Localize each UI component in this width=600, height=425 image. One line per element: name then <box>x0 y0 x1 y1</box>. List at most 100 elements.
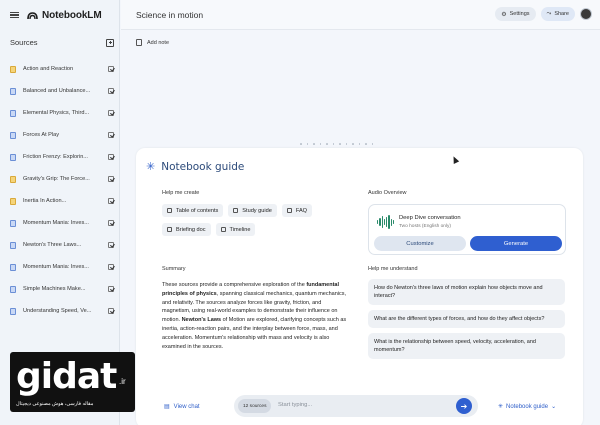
send-arrow-icon[interactable]: ➔ <box>456 398 472 414</box>
checkbox-checked[interactable] <box>108 242 114 248</box>
source-label: Newton's Three Laws... <box>23 242 82 248</box>
source-item[interactable]: Newton's Three Laws... <box>10 234 114 256</box>
app-logo[interactable]: NotebookLM <box>27 10 102 21</box>
share-button[interactable]: ⤳ Share <box>540 7 575 21</box>
guide-title: Notebook guide <box>161 160 245 173</box>
document-icon <box>10 175 16 183</box>
sources-header: Sources <box>10 38 114 47</box>
document-icon <box>10 65 16 73</box>
generate-button[interactable]: Generate <box>470 236 562 251</box>
suggested-question[interactable]: What are the different types of forces, … <box>368 310 565 328</box>
sparkle-icon: ✳ <box>146 161 156 173</box>
chat-input[interactable]: 12 sources Start typing... ➔ <box>234 395 478 417</box>
checkbox-checked[interactable] <box>108 286 114 292</box>
document-icon <box>10 219 16 227</box>
source-item[interactable]: Gravity's Grip: The Force... <box>10 168 114 190</box>
settings-button[interactable]: ⚙ Settings <box>495 7 536 21</box>
suggested-question[interactable]: How do Newton's three laws of motion exp… <box>368 279 565 305</box>
audio-overview-card: Deep Dive conversation Two hosts (Englis… <box>368 204 566 255</box>
chip-label: Briefing doc <box>176 226 206 233</box>
add-note-button[interactable]: Add note <box>136 39 169 46</box>
source-item[interactable]: Forces At Play <box>10 124 114 146</box>
doc-icon <box>233 208 239 213</box>
doc-icon <box>167 227 172 232</box>
source-label: Simple Machines Make... <box>23 286 86 292</box>
document-icon <box>10 109 16 117</box>
create-chips: Table of contents Study guide FAQ Briefing … <box>162 204 352 236</box>
header-actions: ⚙ Settings ⤳ Share <box>495 7 592 21</box>
checkbox-checked[interactable] <box>108 220 114 226</box>
notebook-guide-panel: ✳ Notebook guide Help me create Table of… <box>136 148 583 425</box>
chat-bar: ▤ View chat 12 sources Start typing... ➔… <box>136 387 583 425</box>
add-source-icon[interactable] <box>106 38 114 47</box>
chip-label: FAQ <box>295 207 308 214</box>
create-chip[interactable]: FAQ <box>281 204 313 217</box>
menu-icon[interactable] <box>10 11 19 19</box>
app-name: NotebookLM <box>42 9 102 21</box>
source-list: Action and Reaction Balanced and Unbalanc… <box>10 58 114 322</box>
checkbox-checked[interactable] <box>108 308 114 314</box>
create-chip[interactable]: Table of contents <box>162 204 224 217</box>
customize-button[interactable]: Customize <box>374 236 466 251</box>
doc-icon <box>286 208 292 213</box>
view-chat-button[interactable]: ▤ View chat <box>164 403 200 411</box>
document-icon <box>10 285 16 293</box>
chat-placeholder: Start typing... <box>278 402 313 408</box>
source-item[interactable]: Elemental Physics, Third... <box>10 102 114 124</box>
watermark-domain: .ir <box>119 377 126 386</box>
suggested-questions: How do Newton's three laws of motion exp… <box>368 279 565 364</box>
audio-subtitle: Two hosts (English only) <box>399 224 451 229</box>
source-item[interactable]: Action and Reaction <box>10 58 114 80</box>
checkbox-checked[interactable] <box>108 264 114 270</box>
app-bar: NotebookLM <box>0 0 120 30</box>
doc-icon <box>220 227 226 232</box>
drag-handle[interactable] <box>300 143 373 145</box>
checkbox-checked[interactable] <box>108 110 114 116</box>
add-note-label: Add note <box>147 39 170 46</box>
watermark-text: gidat <box>16 356 117 397</box>
document-icon <box>10 241 16 249</box>
source-label: Forces At Play <box>23 132 60 138</box>
checkbox-checked[interactable] <box>108 88 114 94</box>
help-understand-label: Help me understand <box>368 266 418 272</box>
checkbox-checked[interactable] <box>108 198 114 204</box>
gear-icon: ⚙ <box>501 11 507 18</box>
checkbox-checked[interactable] <box>108 66 114 72</box>
source-item[interactable]: Understanding Speed, Ve... <box>10 300 114 322</box>
sources-count-badge[interactable]: 12 sources <box>238 399 272 413</box>
create-chip[interactable]: Study guide <box>228 204 277 217</box>
summary-label: Summary <box>162 266 186 272</box>
source-item[interactable]: Friction Frenzy: Explorin... <box>10 146 114 168</box>
checkbox-checked[interactable] <box>108 154 114 160</box>
chip-label: Timeline <box>229 226 251 233</box>
document-icon <box>10 263 16 271</box>
doc-icon <box>167 208 172 213</box>
notebook-title[interactable]: Science in motion <box>136 10 203 20</box>
source-item[interactable]: Inertia In Action... <box>10 190 114 212</box>
source-item[interactable]: Simple Machines Make... <box>10 278 114 300</box>
view-chat-label: View chat <box>173 403 200 410</box>
source-label: Understanding Speed, Ve... <box>23 308 92 314</box>
source-label: Gravity's Grip: The Force... <box>23 176 90 182</box>
create-chip[interactable]: Briefing doc <box>162 223 211 236</box>
source-item[interactable]: Momentum Mania: Inves... <box>10 256 114 278</box>
source-item[interactable]: Balanced and Unbalance... <box>10 80 114 102</box>
source-label: Momentum Mania: Inves... <box>23 220 89 226</box>
checkbox-checked[interactable] <box>108 132 114 138</box>
share-icon: ⤳ <box>546 10 552 17</box>
sparkle-small-icon: ✳ <box>498 404 504 410</box>
notebook-guide-toggle[interactable]: ✳ Notebook guide ⌄ <box>498 403 557 411</box>
chevron-down-icon: ⌄ <box>551 404 557 410</box>
source-item[interactable]: Momentum Mania: Inves... <box>10 212 114 234</box>
create-chip[interactable]: Timeline <box>215 223 256 236</box>
checkbox-checked[interactable] <box>108 176 114 182</box>
notebook-header: Science in motion ⚙ Settings ⤳ Share <box>121 0 600 30</box>
chip-label: Study guide <box>242 207 272 214</box>
source-label: Friction Frenzy: Explorin... <box>23 154 88 160</box>
waveform-icon <box>377 215 395 229</box>
avatar[interactable] <box>580 8 592 20</box>
sources-title: Sources <box>10 38 38 47</box>
chip-label: Table of contents <box>176 207 219 214</box>
suggested-question[interactable]: What is the relationship between speed, … <box>368 333 565 359</box>
guide-header: ✳ Notebook guide <box>146 160 245 174</box>
